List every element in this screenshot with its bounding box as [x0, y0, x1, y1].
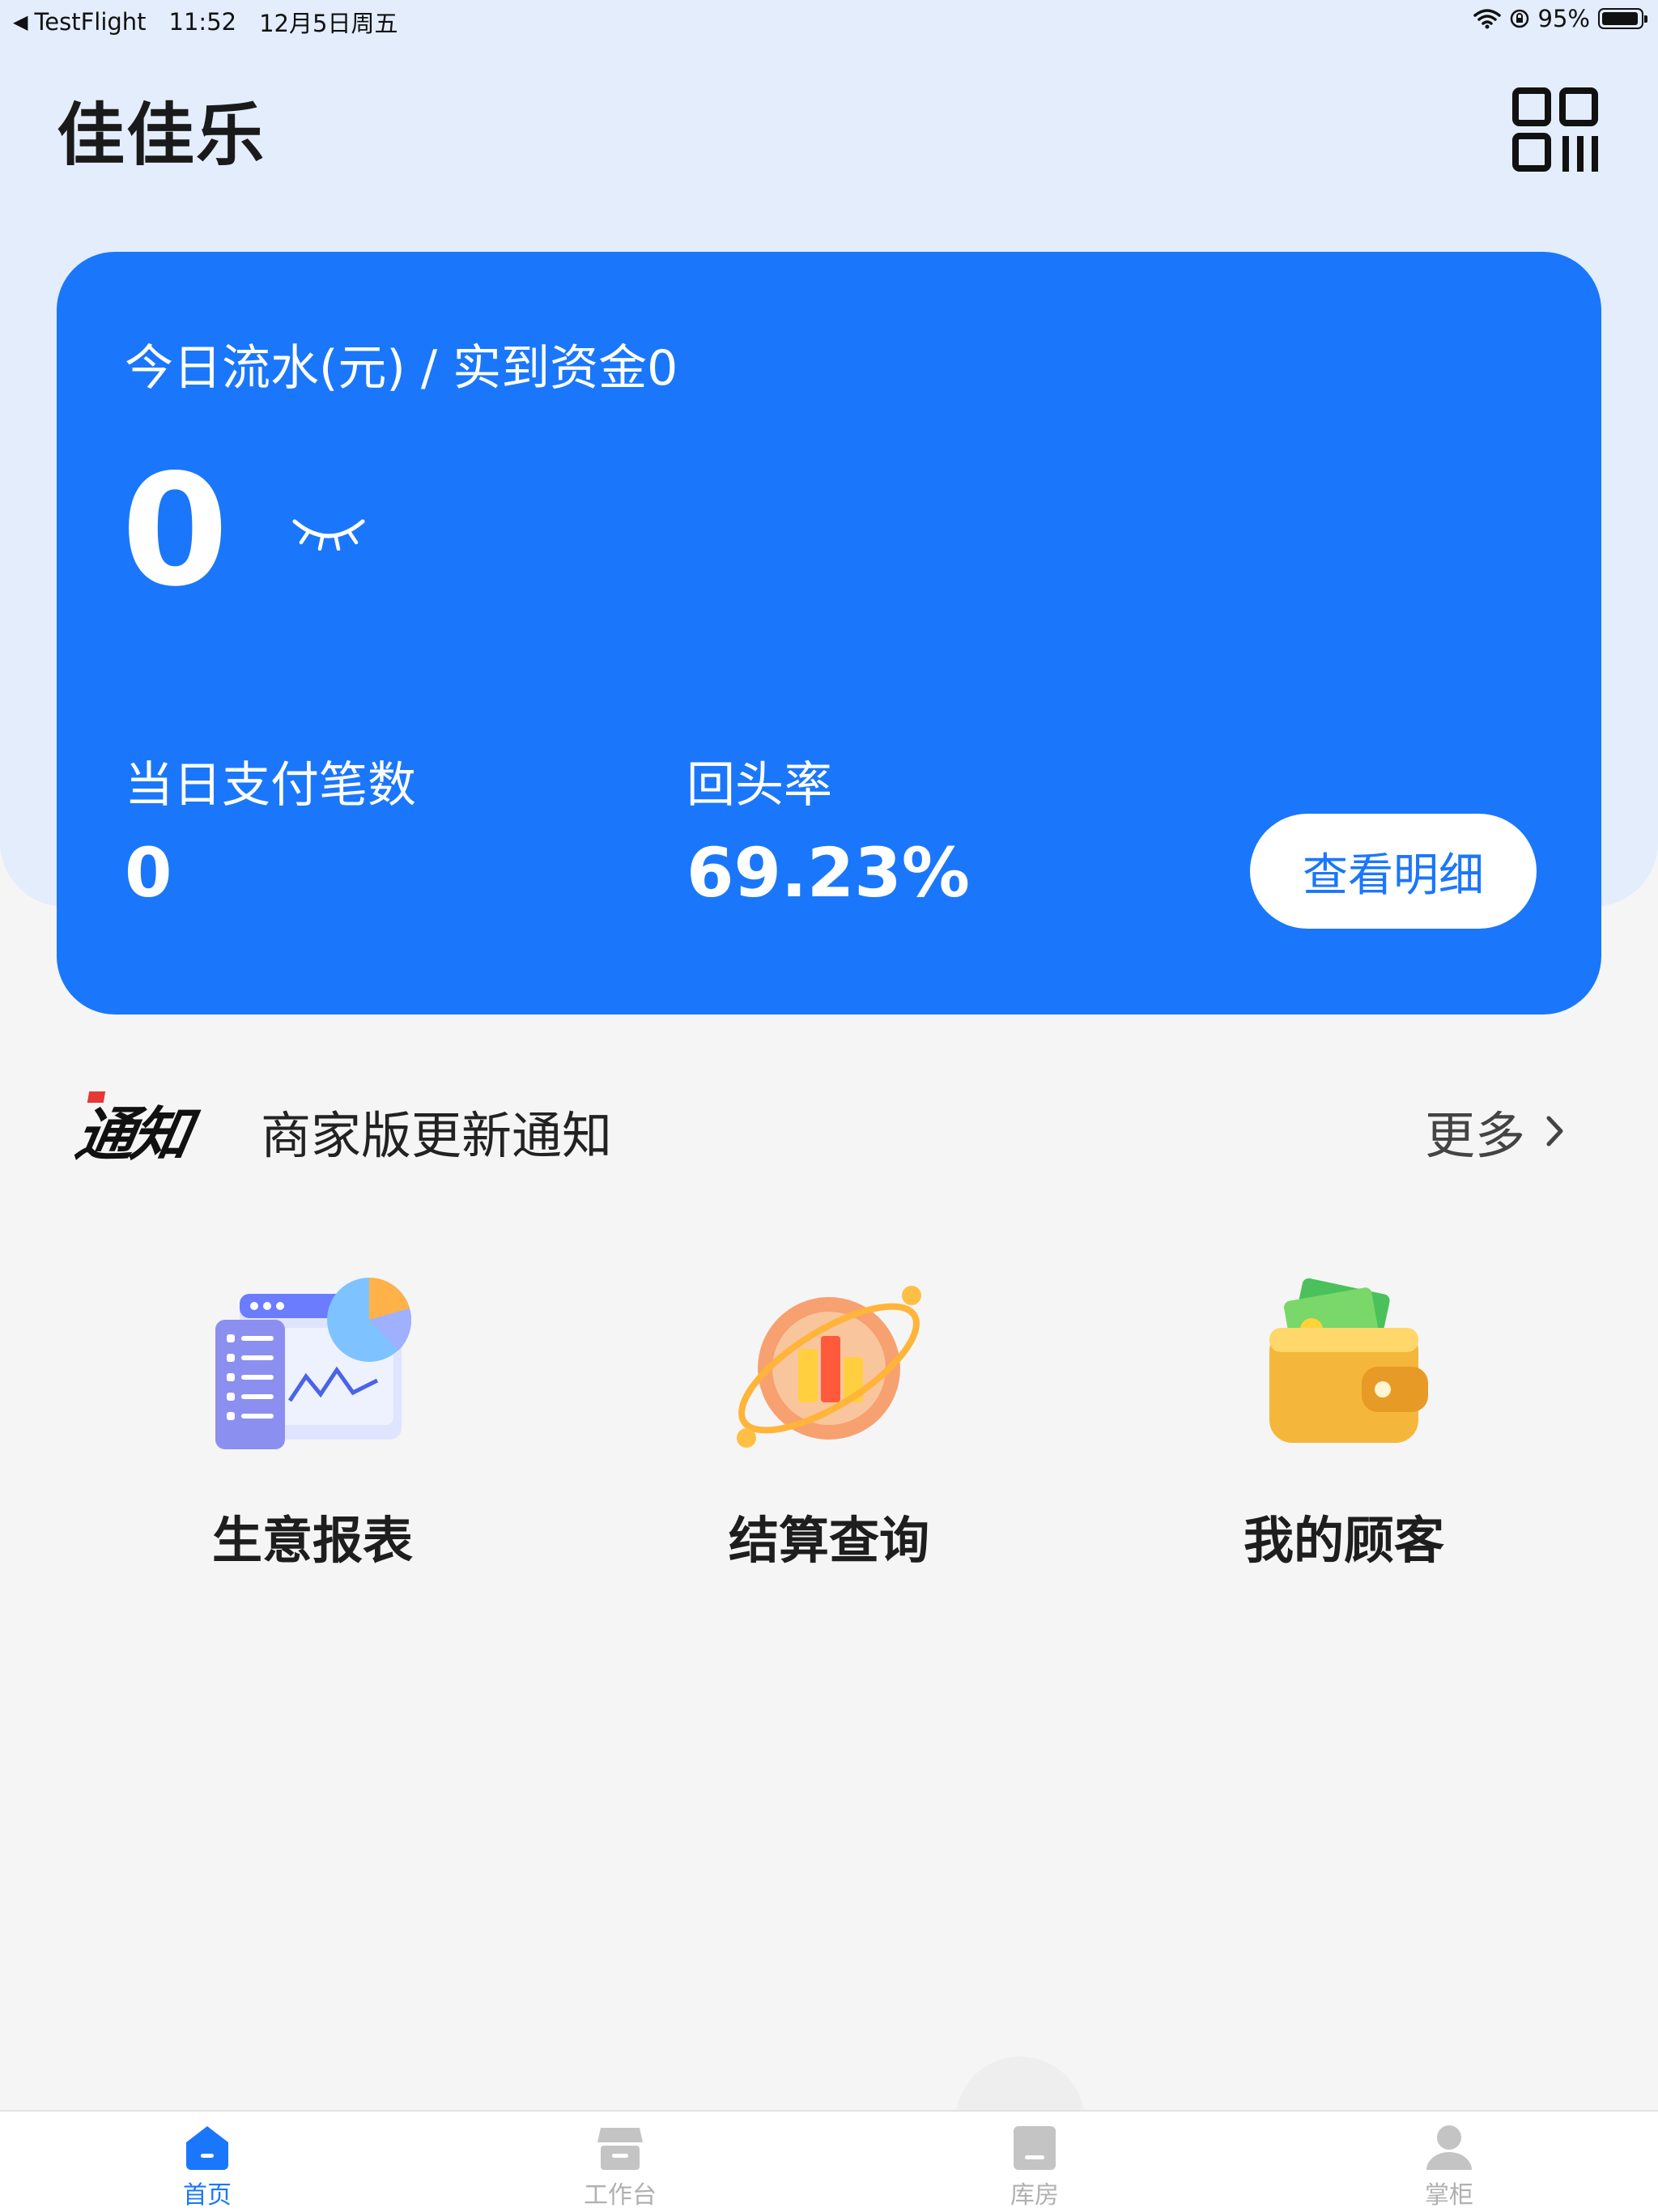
feature-settlement-query[interactable]: 结算查询: [659, 1271, 999, 1587]
status-bar-left: ◀ TestFlight 11:52 12月5日周五: [13, 5, 397, 39]
notice-text[interactable]: 商家版更新通知: [261, 1095, 612, 1168]
bottom-tab-bar: 首页 工作台 库房 掌柜: [0, 2110, 1658, 2212]
page-title: 佳佳乐: [57, 96, 266, 175]
more-label: 更多: [1425, 1106, 1526, 1165]
notice-badge-label: 通知: [70, 1100, 193, 1168]
status-bar: ◀ TestFlight 11:52 12月5日周五 95%: [0, 0, 1658, 42]
settlement-query-icon: [737, 1286, 921, 1448]
home-icon: [186, 2126, 228, 2170]
wallet-customers-icon: [1269, 1278, 1428, 1443]
card-title: 今日流水(元) / 实到资金0: [125, 340, 678, 397]
battery-tip: [1644, 15, 1647, 23]
notice-badge: 通知: [70, 1087, 196, 1172]
feature-label: 生意报表: [211, 1511, 413, 1570]
business-report-icon: [215, 1278, 412, 1449]
feature-label: 结算查询: [728, 1511, 929, 1570]
tab-label: 掌柜: [1425, 2181, 1473, 2210]
return-rate-label: 回头率: [687, 757, 832, 814]
user-icon: [1426, 2125, 1472, 2170]
payment-count-label: 当日支付笔数: [125, 757, 416, 814]
revenue-summary-card: 今日流水(元) / 实到资金0 0 当日支付笔数 0 回头率 69.23% 查看…: [57, 252, 1601, 1015]
tab-warehouse[interactable]: 库房: [954, 2112, 1116, 2212]
tab-home[interactable]: 首页: [126, 2112, 288, 2212]
status-date: 12月5日周五: [259, 10, 398, 37]
status-bar-right: 95%: [1473, 5, 1647, 32]
today-revenue-amount: 0: [121, 441, 229, 620]
home-page: ◀ TestFlight 11:52 12月5日周五 95% 佳佳乐 今日流水(…: [0, 0, 1658, 2212]
tab-label: 工作台: [584, 2181, 657, 2210]
tab-label: 库房: [1010, 2181, 1059, 2210]
more-link[interactable]: 更多: [1425, 1095, 1566, 1168]
eye-closed-icon[interactable]: [291, 515, 366, 551]
battery-icon: [1598, 8, 1647, 29]
rotation-lock-icon: [1510, 9, 1528, 28]
qr-code-icon[interactable]: [1512, 87, 1600, 173]
back-app-label[interactable]: TestFlight: [34, 8, 146, 36]
notice-badge-accent: [87, 1091, 106, 1103]
chevron-right-icon: [1546, 1116, 1563, 1146]
tab-label: 首页: [183, 2181, 232, 2210]
wifi-icon: [1473, 9, 1501, 29]
battery-percent: 95%: [1537, 5, 1590, 32]
tab-manager[interactable]: 掌柜: [1368, 2112, 1530, 2212]
payment-count-value: 0: [125, 833, 172, 912]
feature-business-report[interactable]: 生意报表: [142, 1271, 483, 1587]
back-arrow-icon[interactable]: ◀: [13, 11, 28, 33]
warehouse-icon: [1014, 2126, 1056, 2170]
feature-label: 我的顾客: [1243, 1511, 1444, 1570]
tab-workbench[interactable]: 工作台: [539, 2112, 701, 2212]
view-details-button[interactable]: 查看明细: [1250, 814, 1537, 929]
return-rate-value: 69.23%: [687, 833, 970, 912]
workbench-store-icon: [597, 2128, 643, 2170]
status-time: 11:52: [168, 8, 237, 36]
battery-fill: [1602, 12, 1638, 25]
feature-my-customers[interactable]: 我的顾客: [1174, 1271, 1514, 1587]
notice-bar[interactable]: 通知 商家版更新通知 更多: [0, 1077, 1658, 1168]
